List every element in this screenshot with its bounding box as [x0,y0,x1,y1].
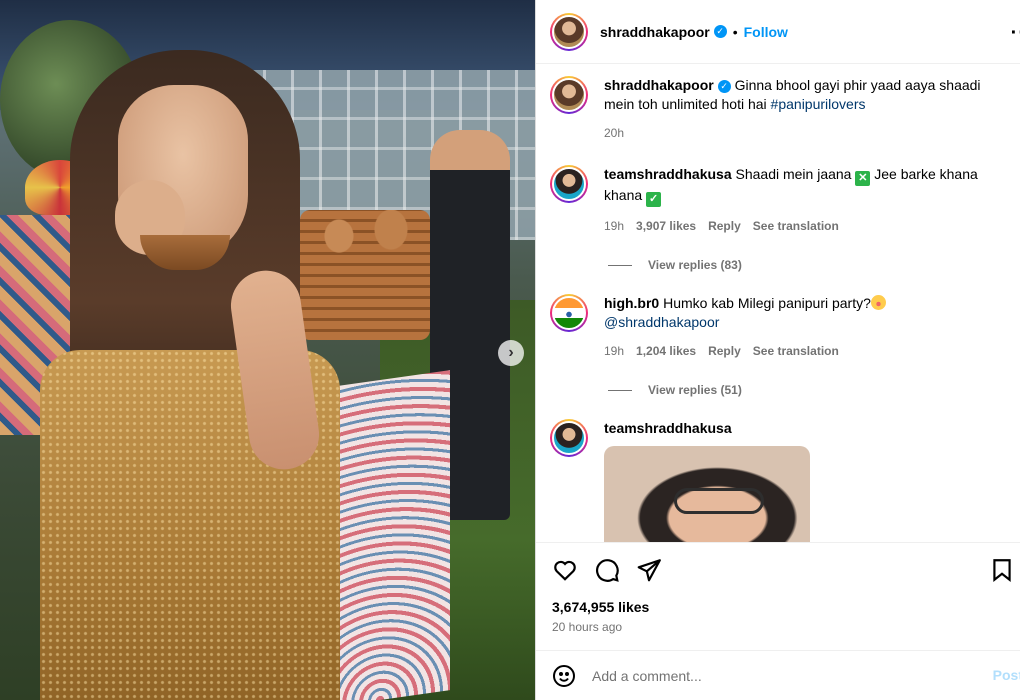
caption-time: 20h [604,126,625,140]
commenter-avatar[interactable] [550,165,588,203]
view-replies-label: View replies (51) [648,383,742,397]
view-replies-label: View replies (83) [648,258,742,272]
bookmark-icon[interactable] [989,557,1015,583]
post-comment-button[interactable]: Post [993,667,1020,683]
commenter-avatar[interactable] [550,294,588,332]
emoji-icon[interactable] [552,664,576,688]
cross-mark-icon: ✕ [855,171,871,186]
author-avatar[interactable] [550,76,588,114]
comment-username[interactable]: teamshraddhakusa [604,166,732,182]
comment: teamshraddhakusa Shaadi mein jaana ✕ Jee… [550,165,1006,236]
gif-glasses [674,488,764,514]
comment-icon[interactable] [594,557,620,583]
comment-text: Humko kab Milegi panipuri party? [663,295,871,311]
send-icon[interactable] [636,557,662,583]
post-header: shraddhakapoor ✓ • Follow ·· [536,0,1020,64]
comment-time: 19h [604,219,625,233]
see-translation-button[interactable]: See translation [753,342,839,361]
comment-input[interactable] [592,667,972,684]
author-username[interactable]: shraddhakapoor [600,24,710,40]
separator-dot: • [732,23,738,40]
comment-username[interactable]: teamshraddhakusa [604,420,732,436]
reply-button[interactable]: Reply [708,217,741,236]
post-panel: shraddhakapoor ✓ • Follow ·· shraddhakap… [535,0,1020,700]
comment: teamshraddhakusa [550,419,1006,542]
view-replies-button[interactable]: View replies (83) [608,258,1006,272]
comment-gif[interactable] [604,446,810,542]
comment-text: Shaadi mein jaana [735,166,852,182]
comment-likes[interactable]: 3,907 likes [636,217,696,236]
replies-divider [608,389,632,391]
comment-username[interactable]: high.br0 [604,295,659,311]
author-avatar[interactable] [550,12,588,51]
photo-pots [300,210,430,340]
follow-button[interactable]: Follow [744,24,788,40]
heart-icon[interactable] [552,557,578,583]
comments-list[interactable]: shraddhakapoor ✓ Ginna bhool gayi phir ya… [536,64,1020,542]
flushed-face-icon [870,295,886,310]
comment-mention[interactable]: @shraddhakapoor [604,314,719,330]
replies-divider [608,264,632,266]
post-photo[interactable]: › [0,0,535,700]
comment-likes[interactable]: 1,204 likes [636,342,696,361]
caption-hashtag[interactable]: #panipurilovers [771,96,866,112]
caption: shraddhakapoor ✓ Ginna bhool gayi phir ya… [550,76,1006,143]
next-image-button[interactable]: › [498,340,524,366]
verified-icon: ✓ [717,80,731,93]
post-timestamp: 20 hours ago [552,620,623,634]
likes-count[interactable]: 3,674,955 likes [552,599,1005,615]
action-bar: 3,674,955 likes 20 hours ago [536,542,1020,634]
caption-username[interactable]: shraddhakapoor [604,77,714,93]
check-mark-icon: ✓ [646,192,662,207]
see-translation-button[interactable]: See translation [753,217,839,236]
add-comment-bar: Post [536,650,1020,700]
comment: high.br0 Humko kab Milegi panipuri party… [550,294,1006,361]
chevron-right-icon: › [508,344,514,361]
reply-button[interactable]: Reply [708,342,741,361]
commenter-avatar[interactable] [550,419,588,457]
view-replies-button[interactable]: View replies (51) [608,383,1006,397]
comment-time: 19h [604,344,625,358]
more-icon[interactable]: ·· [1011,22,1020,45]
verified-icon: ✓ [713,25,727,38]
